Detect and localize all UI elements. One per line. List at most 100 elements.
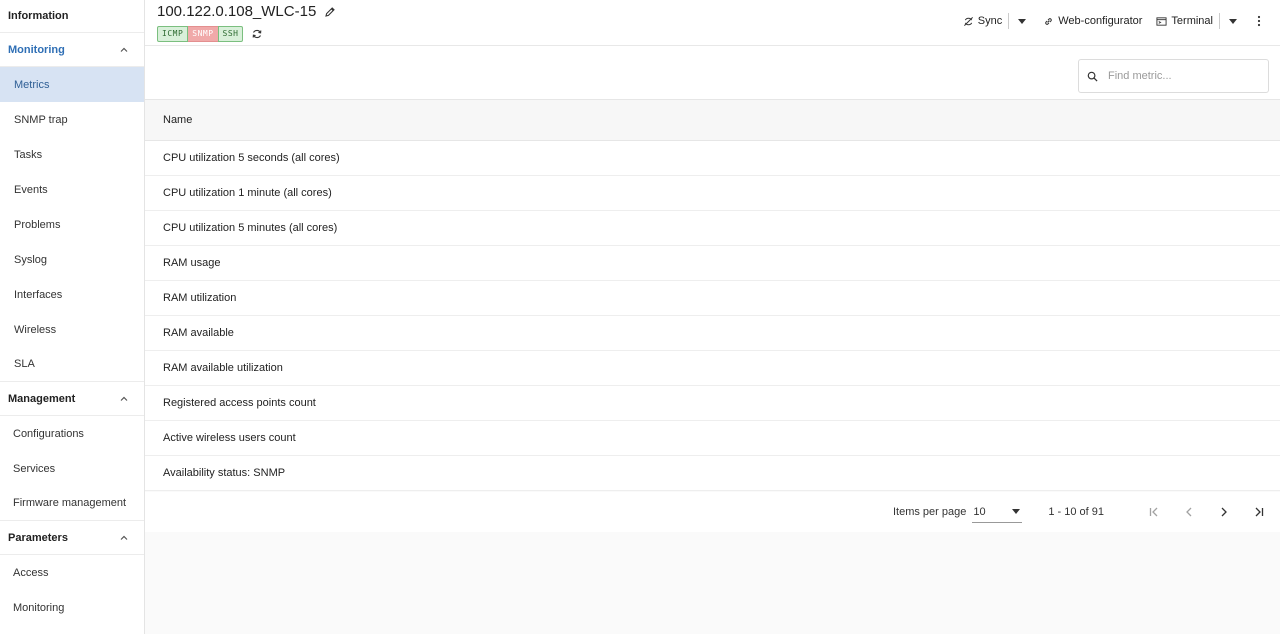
sidebar-section-parameters[interactable]: Parameters	[0, 521, 144, 555]
sync-button[interactable]: Sync	[963, 15, 1002, 27]
items-per-page-value: 10	[973, 505, 986, 518]
sidebar-item-firmware-management[interactable]: Firmware management	[0, 486, 144, 521]
chevron-up-icon	[120, 535, 128, 540]
sidebar-item-label: Events	[14, 183, 48, 196]
sidebar-item-label: Services	[13, 462, 56, 475]
sync-label: Sync	[977, 15, 1003, 27]
table-cell: Registered access points count	[163, 397, 316, 409]
caret-down-icon	[1229, 18, 1237, 24]
sidebar-item-sla[interactable]: SLA	[0, 347, 144, 382]
metrics-table: Name CPU utilization 5 seconds (all core…	[145, 100, 1280, 491]
sidebar-section-information[interactable]: Information	[0, 0, 144, 33]
more-vertical-icon	[1257, 15, 1261, 27]
sidebar-section-monitoring[interactable]: Monitoring	[0, 33, 144, 67]
chevron-up-icon	[120, 396, 128, 401]
table-cell: CPU utilization 1 minute (all cores)	[163, 187, 332, 199]
table-header[interactable]: Name	[145, 100, 1280, 141]
sidebar-item-tasks[interactable]: Tasks	[0, 137, 144, 172]
table-row[interactable]: CPU utilization 1 minute (all cores)	[145, 176, 1280, 211]
protocol-badges: ICMP SNMP SSH	[157, 26, 263, 42]
column-header-name: Name	[163, 114, 193, 126]
table-row[interactable]: RAM usage	[145, 246, 1280, 281]
sync-icon	[963, 16, 973, 26]
sidebar-section-label: Management	[8, 392, 76, 405]
paginator: Items per page 10 1 - 10 of 91	[145, 492, 1280, 532]
table-cell: CPU utilization 5 minutes (all cores)	[163, 222, 338, 234]
table-row[interactable]: Registered access points count	[145, 386, 1280, 421]
sidebar-item-interfaces[interactable]: Interfaces	[0, 277, 144, 312]
table-row[interactable]: RAM utilization	[145, 281, 1280, 316]
search-icon	[1087, 71, 1098, 82]
search-input[interactable]	[1108, 70, 1258, 82]
last-page-icon	[1255, 507, 1263, 517]
sidebar-section-label: Monitoring	[8, 43, 65, 56]
sidebar-section-label: Information	[8, 10, 69, 22]
previous-page-button[interactable]	[1171, 495, 1206, 530]
sidebar-item-metrics[interactable]: Metrics	[0, 67, 144, 102]
web-configurator-button[interactable]: Web-configurator	[1043, 15, 1142, 27]
terminal-label: Terminal	[1171, 15, 1213, 27]
sidebar-item-monitoring-params[interactable]: Monitoring	[0, 590, 144, 625]
sidebar-item-label: SNMP trap	[14, 113, 68, 126]
first-page-button[interactable]	[1136, 495, 1171, 530]
sidebar: Information Monitoring Metrics SNMP trap…	[0, 0, 145, 634]
page-title: 100.122.0.108_WLC-15	[157, 3, 317, 20]
web-configurator-label: Web-configurator	[1058, 15, 1143, 27]
more-menu-button[interactable]	[1252, 14, 1266, 28]
sidebar-item-label: Problems	[14, 218, 61, 231]
pencil-icon[interactable]	[324, 6, 336, 18]
link-icon	[1045, 17, 1053, 25]
table-row[interactable]: CPU utilization 5 minutes (all cores)	[145, 211, 1280, 246]
table-cell: Availability status: SNMP	[163, 467, 286, 479]
sidebar-item-label: Tasks	[14, 148, 43, 161]
caret-down-icon	[1012, 509, 1021, 514]
items-per-page-label: Items per page	[892, 506, 967, 518]
refresh-icon[interactable]	[251, 28, 263, 40]
table-row[interactable]: CPU utilization 5 seconds (all cores)	[145, 141, 1280, 176]
sidebar-item-syslog[interactable]: Syslog	[0, 242, 144, 277]
sidebar-item-snmp-trap[interactable]: SNMP trap	[0, 102, 144, 137]
table-cell: RAM utilization	[163, 292, 237, 304]
sidebar-item-events[interactable]: Events	[0, 172, 144, 207]
sidebar-item-label: Firmware management	[13, 497, 127, 509]
table-cell: RAM usage	[163, 257, 221, 269]
sidebar-section-label: Parameters	[8, 531, 68, 544]
header-actions: Sync Web-configurator Terminal	[963, 13, 1266, 29]
sidebar-item-label: Interfaces	[14, 288, 63, 301]
toolbar	[145, 46, 1280, 100]
divider	[1219, 13, 1220, 29]
page-range-label: 1 - 10 of 91	[1048, 506, 1104, 518]
sidebar-item-wireless[interactable]: Wireless	[0, 312, 144, 347]
sidebar-item-configurations[interactable]: Configurations	[0, 416, 144, 451]
table-row[interactable]: RAM available utilization	[145, 351, 1280, 386]
sidebar-item-label: Monitoring	[13, 601, 65, 614]
chevron-up-icon	[120, 47, 128, 52]
next-page-button[interactable]	[1206, 495, 1241, 530]
page-header: 100.122.0.108_WLC-15 ICMP SNMP SSH Sync …	[145, 0, 1280, 46]
items-per-page-select[interactable]: 10	[972, 501, 1023, 523]
last-page-button[interactable]	[1241, 495, 1276, 530]
sidebar-item-services[interactable]: Services	[0, 451, 144, 486]
sidebar-item-label: Metrics	[14, 78, 50, 91]
sidebar-item-label: Syslog	[14, 253, 48, 266]
caret-down-icon	[1018, 18, 1027, 24]
table-row[interactable]: Active wireless users count	[145, 421, 1280, 456]
sidebar-item-label: Configurations	[13, 427, 84, 440]
table-row[interactable]: Availability status: SNMP	[145, 456, 1280, 491]
sidebar-item-label: SLA	[14, 358, 35, 370]
terminal-dropdown-toggle[interactable]	[1226, 14, 1240, 28]
sidebar-item-problems[interactable]: Problems	[0, 207, 144, 242]
badge-icmp: ICMP	[157, 26, 189, 42]
table-cell: RAM available	[163, 327, 234, 339]
badge-ssh: SSH	[217, 26, 244, 42]
terminal-button[interactable]: Terminal	[1156, 15, 1213, 27]
sidebar-item-label: Access	[13, 566, 49, 579]
table-cell: RAM available utilization	[163, 362, 283, 374]
sidebar-section-management[interactable]: Management	[0, 382, 144, 416]
sidebar-item-access[interactable]: Access	[0, 555, 144, 590]
table-row[interactable]: RAM available	[145, 316, 1280, 351]
search-box	[1078, 59, 1269, 93]
sidebar-item-label: Wireless	[14, 323, 57, 336]
device-title-row: 100.122.0.108_WLC-15	[157, 3, 336, 20]
sync-dropdown-toggle[interactable]	[1015, 14, 1029, 28]
